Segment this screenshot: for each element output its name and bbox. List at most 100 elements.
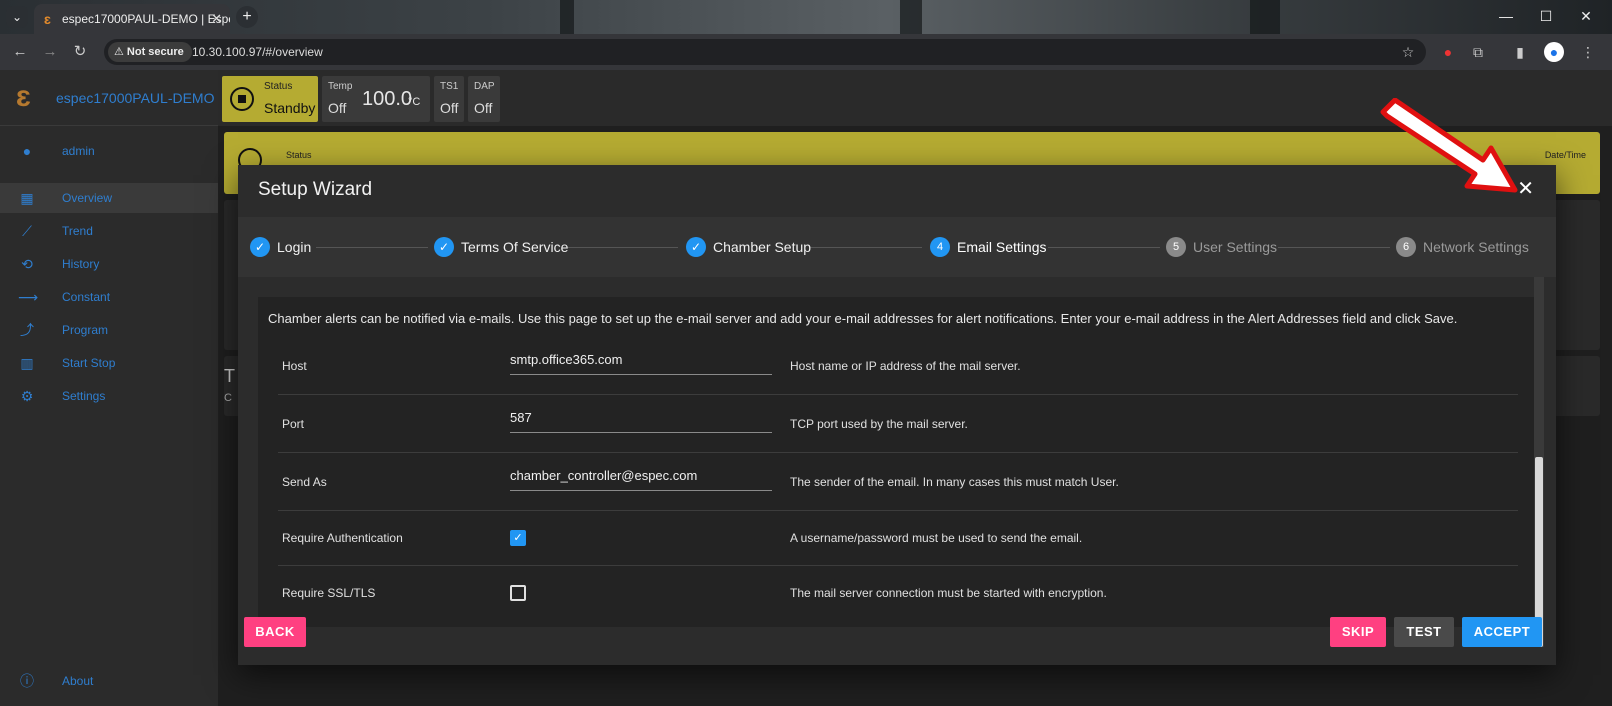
- field-label: Require SSL/TLS: [282, 586, 376, 600]
- user-icon: ●: [22, 143, 32, 159]
- step-label: Login: [277, 239, 312, 255]
- email-settings-form: Chamber alerts can be notified via e-mai…: [258, 297, 1538, 627]
- sidebar-item-trend[interactable]: ⟋ Trend: [0, 216, 218, 246]
- trend-icon: ⟋: [22, 223, 32, 239]
- field-row-require-authentication: Require Authentication ✓ A username/pass…: [278, 511, 1518, 566]
- minimize-button[interactable]: —: [1486, 0, 1526, 32]
- bg-fragment-text: T: [224, 366, 235, 386]
- check-icon: ✓: [250, 237, 270, 257]
- sidebar-item-constant[interactable]: ⟶ Constant: [0, 282, 218, 312]
- back-button[interactable]: BACK: [244, 617, 306, 647]
- program-icon: ⤴: [20, 322, 34, 338]
- setup-wizard-dialog: Setup Wizard ✕ ✓ Login ✓ Terms Of Servic…: [238, 165, 1556, 665]
- ts1-box[interactable]: TS1 Off: [434, 76, 464, 122]
- traffic-light-icon: ▥: [20, 355, 34, 371]
- form-scrollbar[interactable]: [1534, 277, 1544, 647]
- field-label: Port: [282, 417, 305, 431]
- back-arrow-icon[interactable]: ←: [10, 42, 30, 62]
- send-as-input[interactable]: chamber_controller@espec.com: [510, 465, 772, 491]
- status-label: Status: [264, 81, 293, 92]
- temp-state: Off: [328, 100, 347, 116]
- bg-fragment-text: C: [224, 392, 232, 404]
- step-connector: [810, 247, 922, 248]
- omnibox[interactable]: ⚠ Not secure 10.30.100.97/#/overview: [104, 39, 1426, 65]
- sidebar-item-label: Overview: [62, 191, 113, 205]
- background-decoration: [900, 0, 922, 34]
- reload-icon[interactable]: ↻: [70, 42, 90, 62]
- field-help: A username/password must be used to send…: [790, 531, 1083, 545]
- espec-logo-icon: ɛ: [16, 80, 31, 113]
- extension-icon[interactable]: ●: [1438, 42, 1458, 62]
- step-label: Chamber Setup: [713, 239, 812, 255]
- sidebar-item-label: Start Stop: [62, 356, 116, 370]
- status-value: Standby: [264, 100, 316, 116]
- dap-box[interactable]: DAP Off: [468, 76, 500, 122]
- side-panel-icon[interactable]: ▮: [1510, 42, 1530, 62]
- not-secure-chip[interactable]: ⚠ Not secure: [108, 42, 192, 62]
- host-input[interactable]: smtp.office365.com: [510, 349, 772, 375]
- skip-button[interactable]: SKIP: [1330, 617, 1386, 647]
- banner-datetime-label: Date/Time: [1544, 150, 1586, 160]
- test-button[interactable]: TEST: [1394, 617, 1454, 647]
- step-label: Email Settings: [957, 239, 1047, 255]
- field-help: The sender of the email. In many cases t…: [790, 475, 1119, 489]
- maximize-button[interactable]: ☐: [1526, 0, 1566, 32]
- sidebar-item-user[interactable]: ● admin: [0, 136, 218, 166]
- sidebar-item-settings[interactable]: ⚙ Settings: [0, 381, 218, 411]
- status-box[interactable]: Status Standby: [222, 76, 318, 122]
- bookmark-star-icon[interactable]: ☆: [1398, 42, 1418, 62]
- step-connector: [316, 247, 428, 248]
- sidebar-item-overview[interactable]: ▦ Overview: [0, 183, 218, 213]
- sidebar-item-label: admin: [62, 144, 95, 158]
- app-sidebar: ɛ espec17000PAUL-DEMO ● admin ▦ Overview…: [0, 70, 218, 706]
- field-help: Host name or IP address of the mail serv…: [790, 359, 1021, 373]
- window-close-button[interactable]: ✕: [1566, 0, 1606, 32]
- temp-box[interactable]: Temp Off 100.0 °C: [322, 76, 430, 122]
- espec-favicon-icon: ɛ: [44, 11, 51, 27]
- forward-arrow-icon[interactable]: →: [40, 42, 60, 62]
- ts1-value: Off: [440, 100, 459, 116]
- field-row-port: Port 587 TCP port used by the mail serve…: [278, 395, 1518, 453]
- require-authentication-checkbox[interactable]: ✓: [510, 530, 526, 546]
- temp-unit: °C: [408, 96, 421, 108]
- step-connector: [1278, 247, 1390, 248]
- sidebar-item-start-stop[interactable]: ▥ Start Stop: [0, 348, 218, 378]
- step-number: 5: [1166, 237, 1186, 257]
- step-label: Network Settings: [1423, 239, 1529, 255]
- require-ssl-tls-checkbox[interactable]: [510, 585, 526, 601]
- accept-button[interactable]: ACCEPT: [1462, 617, 1542, 647]
- not-secure-label: Not secure: [126, 46, 184, 58]
- stop-icon: [230, 87, 254, 111]
- brand-header: ɛ espec17000PAUL-DEMO: [0, 70, 218, 126]
- temp-value: 100.0: [362, 88, 413, 110]
- profile-avatar-icon[interactable]: ●: [1544, 42, 1564, 62]
- tab-close-icon[interactable]: ✕: [211, 4, 222, 34]
- banner-status-label: Status: [286, 150, 312, 160]
- temp-label: Temp: [328, 81, 353, 92]
- field-row-require-ssl-tls: Require SSL/TLS The mail server connecti…: [278, 566, 1518, 621]
- step-number: 4: [930, 237, 950, 257]
- grid-icon: ▦: [20, 190, 34, 206]
- browser-tab[interactable]: ɛ espec17000PAUL-DEMO | Espec ✕: [34, 4, 230, 34]
- warning-icon: ⚠: [114, 46, 127, 58]
- new-tab-button[interactable]: +: [236, 6, 258, 28]
- background-decoration: [1250, 0, 1280, 34]
- field-help: The mail server connection must be start…: [790, 586, 1107, 600]
- step-number: 6: [1396, 237, 1416, 257]
- sidebar-item-program[interactable]: ⤴ Program: [0, 315, 218, 345]
- tab-search-menu-button[interactable]: ⌄: [6, 6, 28, 28]
- sidebar-item-about[interactable]: ⓘ About: [0, 666, 218, 696]
- puzzle-extensions-icon[interactable]: ⧉: [1468, 42, 1488, 62]
- wizard-stepper: ✓ Login ✓ Terms Of Service ✓ Chamber Set…: [238, 217, 1556, 277]
- port-input[interactable]: 587: [510, 407, 772, 433]
- annotation-arrow-icon: [1380, 98, 1518, 193]
- sidebar-item-label: About: [62, 674, 94, 688]
- url-text[interactable]: 10.30.100.97/#/overview: [192, 39, 323, 65]
- gear-icon: ⚙: [20, 388, 34, 404]
- field-label: Require Authentication: [282, 531, 403, 545]
- field-row-send-as: Send As chamber_controller@espec.com The…: [278, 453, 1518, 511]
- sidebar-item-history[interactable]: ⟲ History: [0, 249, 218, 279]
- sidebar-item-label: Constant: [62, 290, 111, 304]
- kebab-menu-icon[interactable]: ⋮: [1578, 42, 1598, 62]
- field-label: Send As: [282, 475, 327, 489]
